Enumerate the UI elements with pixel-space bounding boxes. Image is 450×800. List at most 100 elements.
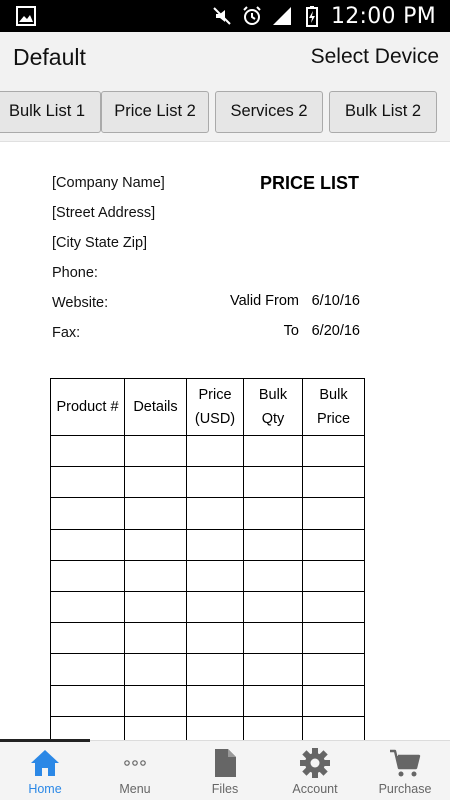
image-icon — [16, 6, 36, 26]
table-row — [50, 715, 365, 740]
table-body — [50, 434, 365, 740]
table-cell — [186, 434, 244, 468]
price-table: Product # Details Price (USD) Bulk Qty Bul… — [50, 378, 365, 740]
table-cell — [186, 622, 244, 655]
table-cell — [243, 497, 303, 530]
nav-files[interactable]: Files — [180, 741, 270, 800]
table-row — [50, 466, 365, 499]
tab-services-2[interactable]: Services 2 — [215, 91, 323, 133]
table-cell — [243, 590, 303, 624]
cart-icon — [390, 749, 421, 777]
table-cell — [243, 434, 303, 468]
table-cell — [50, 559, 125, 592]
table-cell — [124, 497, 187, 530]
column-header-price: Price (USD) — [186, 378, 244, 436]
nav-account[interactable]: Account — [270, 741, 360, 800]
valid-to-date: 6/20/16 — [311, 323, 360, 339]
clock: 12:00 PM — [330, 3, 436, 29]
table-cell — [186, 497, 244, 530]
nav-home-label: Home — [28, 782, 62, 796]
table-cell — [124, 622, 187, 655]
table-cell — [243, 684, 303, 717]
column-header-product: Product # — [50, 378, 125, 436]
alarm-icon — [243, 6, 261, 25]
table-cell — [302, 653, 365, 686]
table-cell — [302, 559, 365, 592]
table-cell — [186, 559, 244, 592]
table-row — [50, 497, 365, 530]
table-cell — [302, 497, 365, 530]
page-title: Default — [13, 44, 86, 70]
tab-bulk-list-2[interactable]: Bulk List 2 — [329, 91, 437, 133]
table-cell — [186, 715, 244, 740]
file-icon — [215, 749, 236, 777]
valid-to-label: To — [283, 323, 299, 339]
fax-label: Fax: — [52, 325, 81, 341]
tab-bulk-list-1[interactable]: Bulk List 1 — [0, 91, 101, 133]
column-header-bulk-price: Bulk Price — [302, 378, 365, 436]
bottom-nav: Home Menu Files Account Purchase — [0, 739, 450, 800]
column-header-details: Details — [124, 378, 187, 436]
nav-purchase[interactable]: Purchase — [360, 741, 450, 800]
table-cell — [124, 434, 187, 468]
price-list-document[interactable]: [Company Name] PRICE LIST [Street Addres… — [0, 142, 450, 740]
column-header-bulk-qty: Bulk Qty — [243, 378, 303, 436]
table-cell — [243, 466, 303, 499]
table-cell — [302, 715, 365, 740]
table-cell — [243, 528, 303, 561]
table-cell — [186, 684, 244, 717]
table-cell — [124, 559, 187, 592]
status-bar: 12:00 PM — [0, 0, 450, 32]
battery-charging-icon — [305, 6, 318, 27]
table-cell — [50, 497, 125, 530]
company-name: [Company Name] — [52, 175, 165, 191]
nav-files-label: Files — [211, 782, 239, 796]
table-cell — [50, 684, 125, 717]
table-row — [50, 528, 365, 561]
table-row — [50, 684, 365, 717]
phone-label: Phone: — [52, 265, 98, 281]
table-cell — [302, 590, 365, 624]
street-address: [Street Address] — [52, 205, 156, 221]
table-cell — [186, 528, 244, 561]
table-cell — [243, 715, 303, 740]
nav-account-label: Account — [292, 782, 338, 796]
table-header-row: Product # Details Price (USD) Bulk Qty Bul… — [50, 378, 365, 436]
table-cell — [302, 466, 365, 499]
table-cell — [124, 653, 187, 686]
table-row — [50, 434, 365, 468]
table-cell — [50, 715, 125, 740]
app-header: Default Select Device — [0, 32, 450, 86]
gear-icon — [300, 748, 330, 778]
select-device-button[interactable]: Select Device — [311, 45, 439, 69]
nav-menu[interactable]: Menu — [90, 741, 180, 800]
table-cell — [124, 715, 187, 740]
nav-home[interactable]: Home — [0, 741, 90, 800]
table-cell — [50, 653, 125, 686]
table-cell — [50, 590, 125, 624]
table-cell — [50, 622, 125, 655]
valid-from-date: 6/10/16 — [311, 293, 360, 309]
table-cell — [302, 434, 365, 468]
document-tab-strip[interactable]: Bulk List 1 Price List 2 Services 2 Bulk… — [0, 86, 450, 142]
table-cell — [186, 590, 244, 624]
table-cell — [186, 653, 244, 686]
table-cell — [124, 684, 187, 717]
table-row — [50, 653, 365, 686]
document-heading: PRICE LIST — [259, 173, 359, 193]
table-cell — [124, 466, 187, 499]
table-row — [50, 622, 365, 655]
table-cell — [50, 434, 125, 468]
table-cell — [243, 653, 303, 686]
home-icon — [31, 750, 59, 776]
nav-menu-label: Menu — [119, 782, 151, 796]
table-cell — [50, 466, 125, 499]
status-icons: 12:00 PM — [211, 0, 436, 32]
table-cell — [124, 528, 187, 561]
signal-icon — [272, 7, 291, 25]
table-cell — [302, 684, 365, 717]
nav-purchase-label: Purchase — [378, 782, 432, 796]
table-row — [50, 559, 365, 592]
tab-price-list-2[interactable]: Price List 2 — [101, 91, 209, 133]
table-cell — [186, 466, 244, 499]
